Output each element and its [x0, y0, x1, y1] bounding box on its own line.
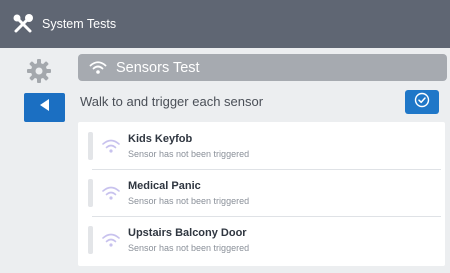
section-header: Sensors Test [78, 54, 447, 81]
sensor-item[interactable]: Kids Keyfob Sensor has not been triggere… [78, 122, 445, 169]
sensor-status-indicator [88, 226, 93, 254]
wifi-icon [88, 60, 108, 76]
gear-icon[interactable] [26, 58, 52, 84]
wifi-signal-icon [101, 231, 121, 249]
sensor-name: Kids Keyfob [128, 133, 193, 145]
sensor-status: Sensor has not been triggered [128, 243, 250, 253]
check-circle-icon [414, 92, 430, 113]
window-title: System Tests [42, 17, 117, 31]
sensor-list: Kids Keyfob Sensor has not been triggere… [78, 122, 445, 266]
section-title: Sensors Test [116, 59, 200, 76]
title-bar: System Tests [0, 0, 450, 48]
back-button[interactable] [24, 93, 65, 122]
tools-icon [10, 11, 36, 37]
sensor-status-indicator [88, 132, 93, 160]
wifi-signal-icon [101, 137, 121, 155]
sensor-name: Medical Panic [128, 180, 201, 192]
sensor-status: Sensor has not been triggered [128, 196, 250, 206]
sensor-status-indicator [88, 179, 93, 207]
confirm-button[interactable] [405, 90, 439, 114]
sensor-name: Upstairs Balcony Door [128, 227, 247, 239]
back-arrow-icon [38, 98, 52, 117]
instruction-text: Walk to and trigger each sensor [80, 94, 264, 109]
sensor-status: Sensor has not been triggered [128, 149, 250, 159]
sensor-item[interactable]: Upstairs Balcony Door Sensor has not bee… [78, 216, 445, 263]
sensor-item[interactable]: Medical Panic Sensor has not been trigge… [78, 169, 445, 216]
wifi-signal-icon [101, 184, 121, 202]
